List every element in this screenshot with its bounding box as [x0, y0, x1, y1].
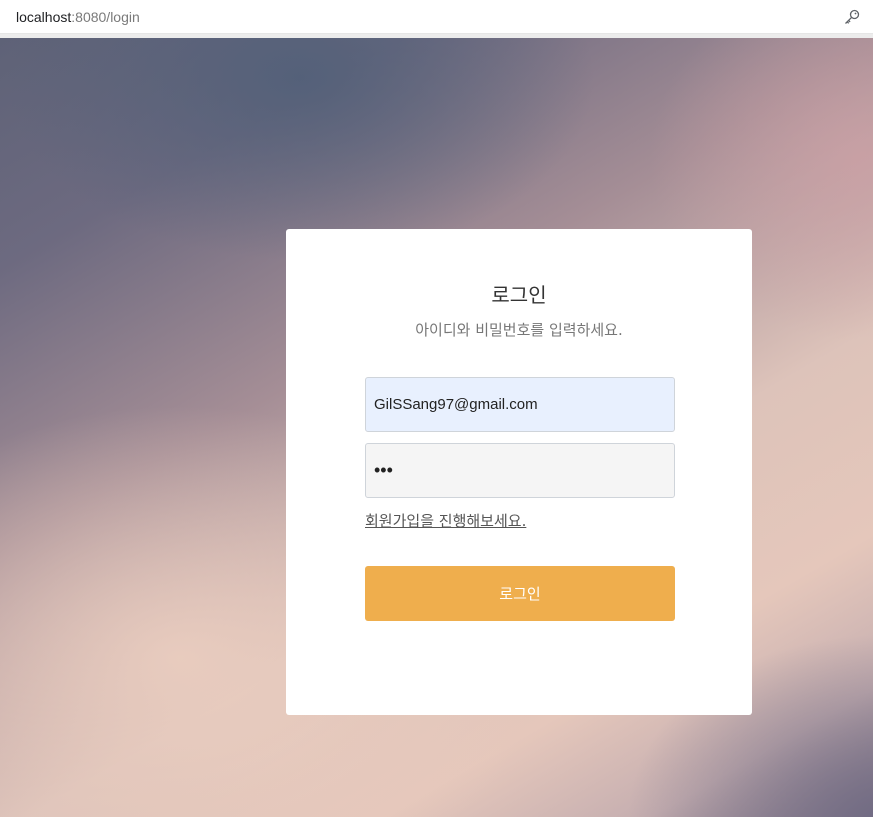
key-icon[interactable]: [843, 8, 861, 26]
url-text[interactable]: localhost:8080/login: [16, 8, 140, 26]
password-field[interactable]: [365, 443, 675, 498]
login-card: 로그인 아이디와 비밀번호를 입력하세요. 회원가입을 진행해보세요. 로그인: [286, 229, 752, 715]
email-field[interactable]: [365, 377, 675, 432]
login-title: 로그인: [491, 283, 547, 307]
login-subtitle: 아이디와 비밀번호를 입력하세요.: [415, 321, 623, 339]
browser-address-bar: localhost:8080/login: [0, 0, 873, 34]
url-path: :8080/login: [71, 9, 140, 25]
url-host: localhost: [16, 9, 72, 25]
login-button[interactable]: 로그인: [365, 566, 675, 621]
signup-link[interactable]: 회원가입을 진행해보세요.: [365, 511, 526, 531]
